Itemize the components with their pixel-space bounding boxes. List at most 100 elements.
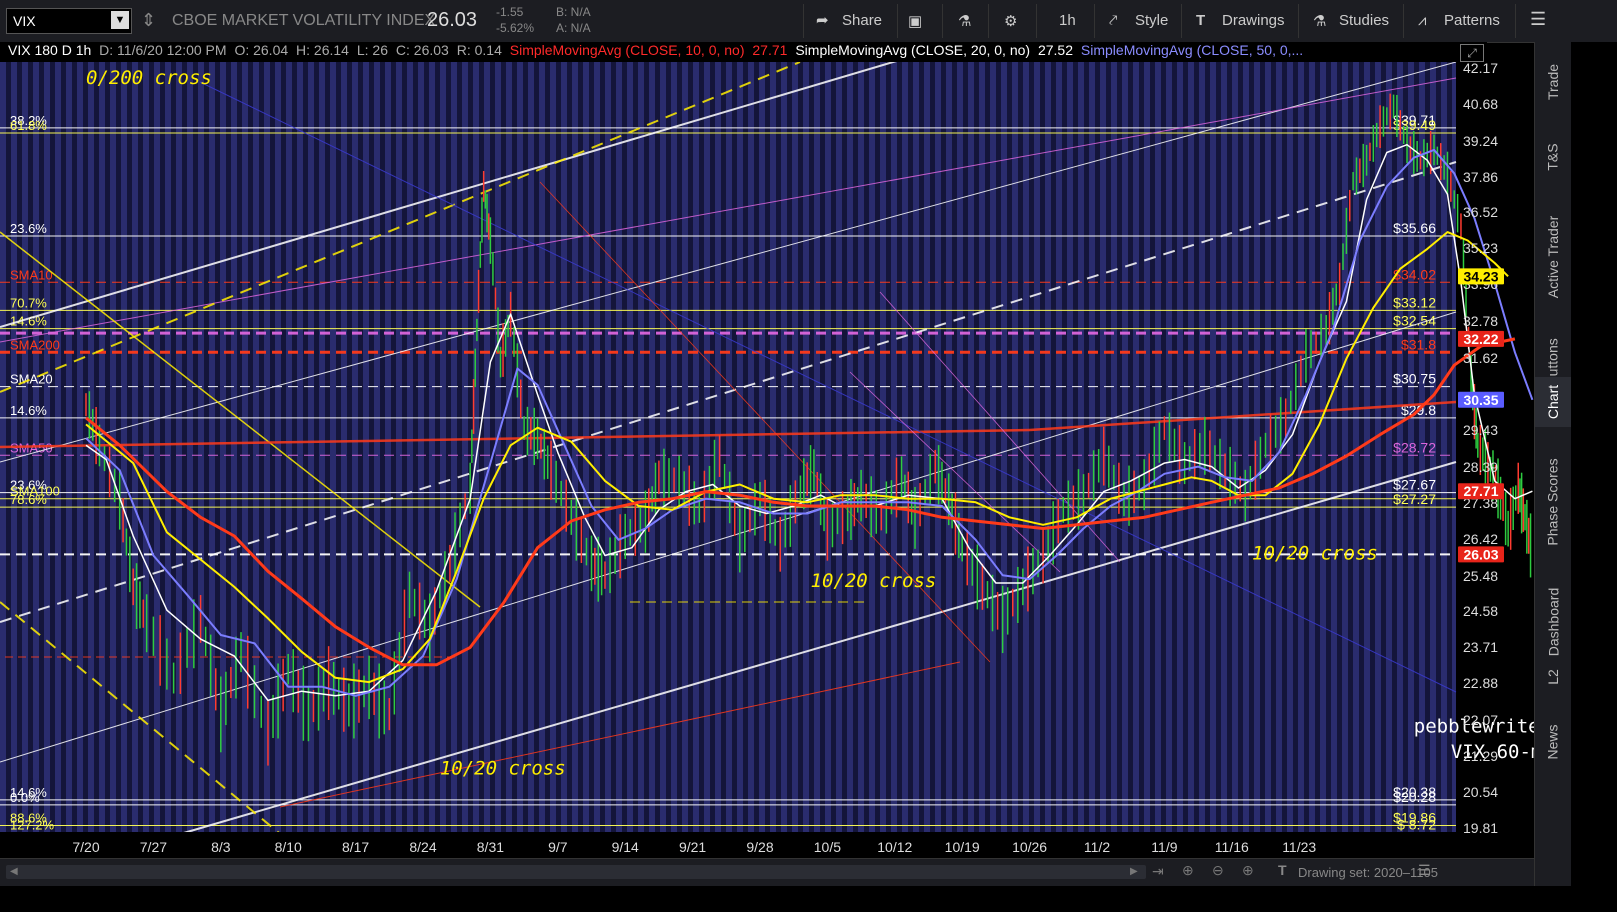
price-badge-label: 32.22 (1463, 331, 1498, 347)
x-tick-label: 8/3 (211, 839, 231, 855)
y-tick-label: 29.43 (1463, 422, 1498, 438)
level-label-left: 61.8% (10, 118, 47, 133)
x-tick-label: 9/28 (746, 839, 773, 855)
toolbar: VIX ▼ ⇕ CBOE MARKET VOLATILITY INDEX 26.… (0, 0, 1617, 43)
tab-trade[interactable]: Trade (1535, 42, 1571, 122)
flask-icon[interactable]: ⚗ (958, 12, 971, 30)
drawing-tool-icon[interactable]: T (1278, 862, 1287, 878)
close-readout: C: 26.03 (395, 42, 449, 58)
drawings-button[interactable]: T Drawings (1196, 12, 1285, 29)
style-label: Style (1135, 12, 1169, 29)
x-tick-label: 9/21 (679, 839, 706, 855)
patterns-button[interactable]: ⩘ Patterns (1418, 12, 1500, 29)
drawing-set-label[interactable]: Drawing set: 2020–1105 (1298, 865, 1438, 880)
studies-icon: ⚗ (1313, 13, 1327, 30)
scroll-left-icon[interactable]: ◀ (10, 867, 20, 877)
price-badge-label: 26.03 (1463, 546, 1498, 562)
scroll-end-icon[interactable]: ⇥ (1152, 863, 1164, 880)
sma20-value: 27.52 (1037, 42, 1074, 58)
x-tick-label: 10/12 (877, 839, 912, 855)
y-tick-label: 32.78 (1463, 313, 1498, 329)
tab-news[interactable]: News (1535, 702, 1571, 782)
price-chart[interactable]: 38.2% $39.7161.8% $39.4923.6% $35.66SMA10 $3… (0, 42, 1534, 858)
gear-icon[interactable]: ⚙ (1004, 12, 1017, 30)
date-readout: D: 11/6/20 12:00 PM (99, 42, 227, 58)
y-tick-label: 19.81 (1463, 820, 1498, 836)
style-icon: ⤤ (1109, 12, 1118, 29)
y-tick-label: 37.86 (1463, 169, 1498, 185)
y-tick-label: 35.23 (1463, 240, 1498, 256)
patterns-label: Patterns (1444, 12, 1500, 29)
y-tick-label: 22.07 (1463, 712, 1498, 728)
menu-icon[interactable]: ☰ (1530, 9, 1546, 30)
chevron-down-icon[interactable]: ▼ (111, 11, 129, 29)
price-badge-label: 27.71 (1463, 483, 1498, 499)
menu-icon[interactable]: ☰ (1418, 862, 1431, 879)
style-button[interactable]: ⤤ Style (1109, 12, 1169, 29)
x-tick-label: 10/19 (945, 839, 980, 855)
level-label-right: $ 8.72 (1397, 816, 1436, 832)
side-panel: Trade T&S Active Trader Buttons Chart Ph… (1534, 42, 1571, 886)
level-label-left: 70.7% (10, 295, 47, 310)
x-tick-label: 9/7 (548, 839, 568, 855)
tab-l2[interactable]: L2 (1535, 652, 1571, 702)
y-tick-label: 26.42 (1463, 531, 1498, 547)
y-tick-label: 42.17 (1463, 60, 1498, 76)
sma10-label[interactable]: SimpleMovingAvg (CLOSE, 10, 0, no) (510, 42, 745, 58)
share-label: Share (842, 12, 883, 29)
symbol-selector[interactable]: VIX ▼ (6, 8, 132, 34)
period-label: VIX 180 D 1h (8, 42, 92, 58)
net-change: -1.55 (496, 5, 524, 19)
y-tick-label: 20.54 (1463, 784, 1498, 800)
symbol-description: CBOE MARKET VOLATILITY INDEX (172, 12, 436, 29)
level-label-left: 23.6% (10, 221, 47, 236)
crosshair-icon[interactable]: ⊕ (1182, 862, 1194, 879)
y-tick-label: 28.39 (1463, 459, 1498, 475)
level-label-left: 0.0% (10, 790, 40, 805)
scroll-right-icon[interactable]: ▶ (1130, 867, 1140, 877)
plot-background (0, 62, 1456, 858)
x-tick-label: 10/5 (814, 839, 841, 855)
chart-bottom-bar: ◀ ▶ ⇥ ⊕ ⊖ ⊕ T Drawing set: 2020–1105 ☰ (0, 858, 1534, 887)
annotation-text: 10/20 cross (1252, 542, 1378, 564)
y-tick-label: 36.52 (1463, 204, 1498, 220)
expand-icon[interactable]: ⤢ (1460, 44, 1484, 62)
bid-value: B: N/A (556, 5, 591, 19)
sma20-label[interactable]: SimpleMovingAvg (CLOSE, 20, 0, no) (795, 42, 1030, 58)
tab-chart[interactable]: Chart (1535, 377, 1571, 427)
symbol-value: VIX (13, 13, 36, 29)
timeframe-button[interactable]: 1h (1059, 12, 1076, 29)
level-label-right: $35.66 (1393, 220, 1436, 236)
x-tick-label: 11/9 (1151, 839, 1177, 855)
x-tick-label: 11/23 (1282, 839, 1316, 855)
level-label-left: 14.6% (10, 314, 47, 329)
tab-active-trader[interactable]: Active Trader (1535, 192, 1571, 322)
ask-value: A: N/A (556, 21, 591, 35)
zoom-out-icon[interactable]: ⊖ (1212, 862, 1224, 879)
x-tick-label: 8/10 (275, 839, 302, 855)
tab-time-and-sales[interactable]: T&S (1535, 122, 1571, 192)
level-label-left: SMA100 (10, 484, 60, 499)
horizontal-scrollbar[interactable]: ◀ ▶ (6, 865, 1146, 879)
right-margin (1571, 42, 1617, 886)
level-label-right: $33.12 (1393, 294, 1436, 310)
annotation-text: 10/20 cross (811, 570, 937, 592)
last-price: 26.03 (427, 9, 478, 31)
annotation-text: 0/200 cross (86, 67, 212, 89)
share-button[interactable]: ➦ Share (816, 12, 883, 29)
sma50-label[interactable]: SimpleMovingAvg (CLOSE, 50, 0,... (1081, 42, 1303, 58)
link-icon[interactable]: ⇕ (141, 10, 156, 31)
level-label-left: 14.6% (10, 403, 47, 418)
level-label-right: $32.54 (1393, 313, 1436, 329)
x-tick-label: 10/26 (1012, 839, 1047, 855)
annotation-text: 10/20 cross (440, 758, 566, 780)
layout-icon[interactable]: ▣ (908, 12, 922, 30)
tab-phase-scores[interactable]: Phase Scores (1535, 432, 1571, 572)
studies-button[interactable]: ⚗ Studies (1313, 12, 1389, 30)
x-tick-label: 7/20 (72, 839, 99, 855)
price-badge-label: 30.35 (1463, 392, 1498, 408)
x-tick-label: 8/31 (477, 839, 504, 855)
level-label-right: $20.28 (1393, 789, 1436, 805)
zoom-in-icon[interactable]: ⊕ (1242, 862, 1254, 879)
y-tick-label: 21.29 (1463, 748, 1498, 764)
